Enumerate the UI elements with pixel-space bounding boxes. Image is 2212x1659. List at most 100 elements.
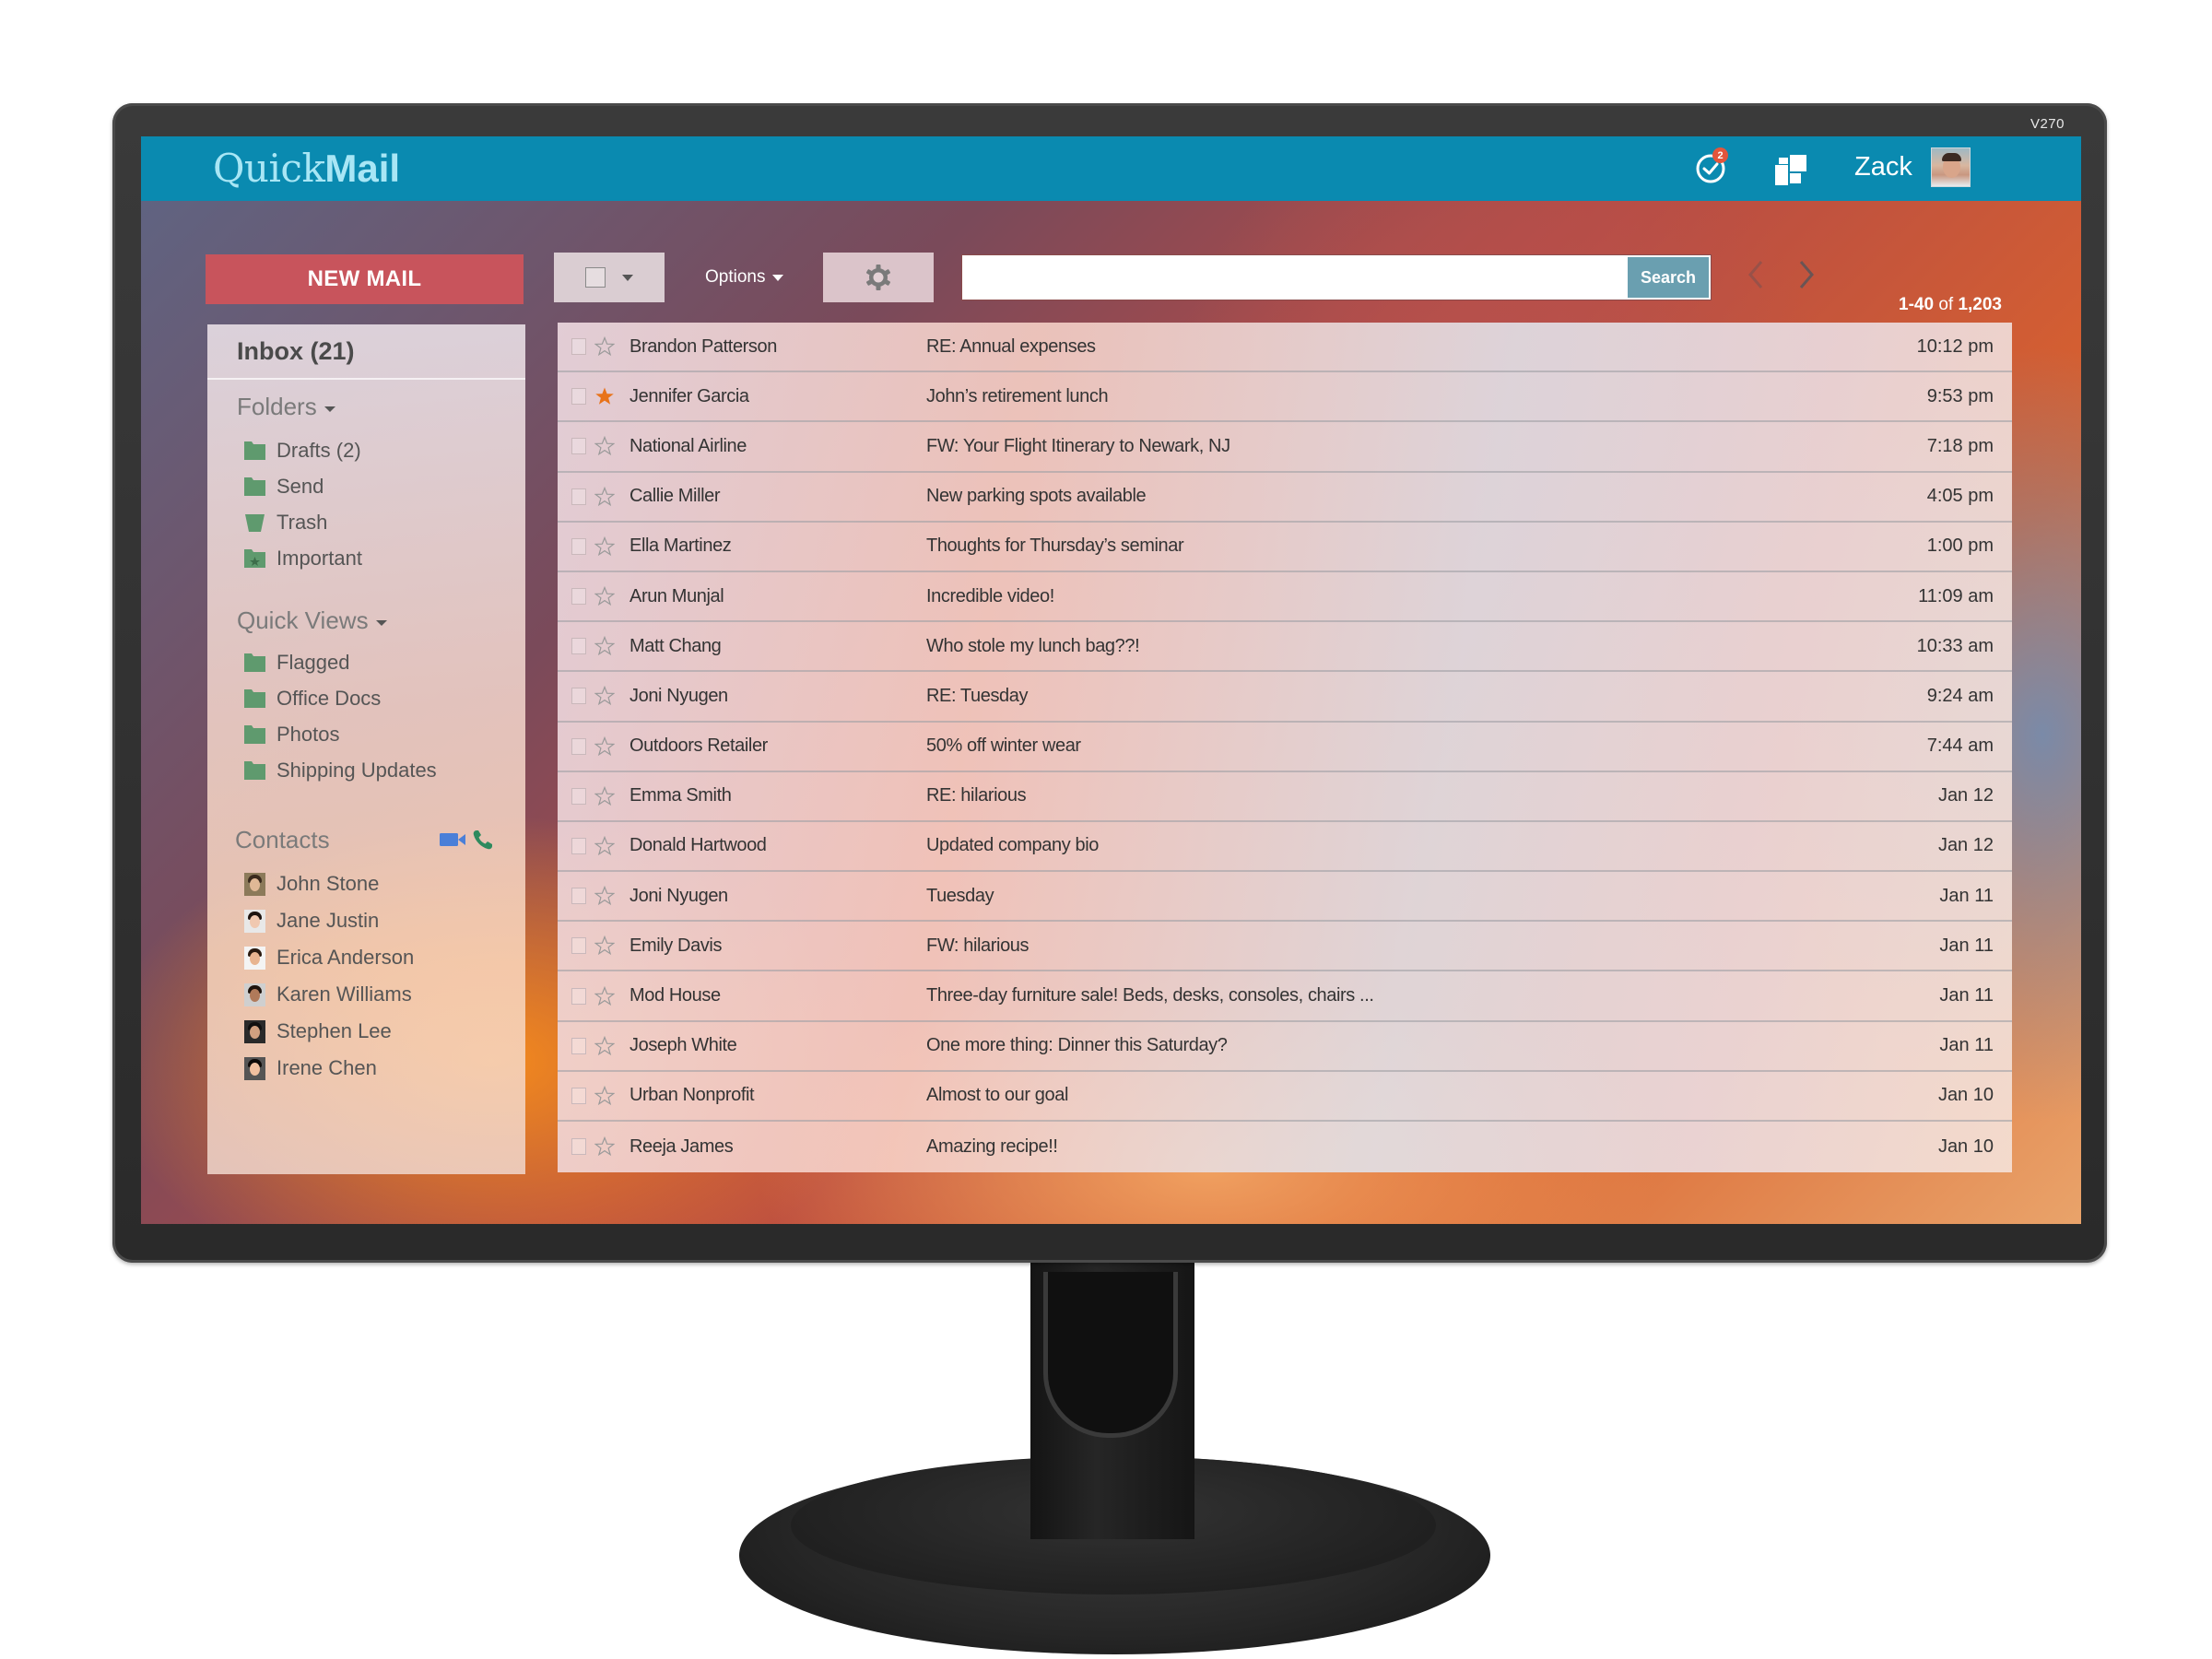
row-checkbox[interactable] — [571, 438, 586, 455]
email-row[interactable]: Ella Martinez Thoughts for Thursday’s sem… — [558, 523, 2012, 572]
folder-icon — [244, 441, 265, 460]
sidebar-item-drafts[interactable]: Drafts (2) — [244, 435, 361, 466]
star-outline-icon[interactable] — [594, 735, 615, 757]
email-subject: Three-day furniture sale! Beds, desks, c… — [926, 985, 1374, 1006]
row-checkbox[interactable] — [571, 837, 586, 854]
contact-item[interactable]: Erica Anderson — [244, 944, 414, 971]
star-filled-icon[interactable] — [594, 386, 615, 406]
star-outline-icon[interactable] — [594, 436, 615, 456]
chevron-right-icon[interactable] — [1795, 258, 1818, 291]
sidebar-item-inbox[interactable]: Inbox (21) — [237, 337, 355, 366]
phone-icon[interactable] — [471, 828, 495, 852]
email-row[interactable]: National Airline FW: Your Flight Itinerar… — [558, 422, 2012, 473]
chevron-left-icon[interactable] — [1745, 258, 1767, 291]
email-subject: FW: hilarious — [926, 935, 1030, 956]
settings-button[interactable] — [823, 253, 934, 302]
star-outline-icon[interactable] — [594, 886, 615, 906]
row-checkbox[interactable] — [571, 737, 586, 755]
row-checkbox[interactable] — [571, 888, 586, 905]
email-row[interactable]: Arun Munjal Incredible video! 11:09 am — [558, 572, 2012, 623]
new-mail-button[interactable]: NEW MAIL — [206, 254, 524, 304]
sidebar-item-send[interactable]: Send — [244, 471, 324, 502]
row-checkbox[interactable] — [571, 987, 586, 1005]
email-row[interactable]: Emily Davis FW: hilarious Jan 11 — [558, 922, 2012, 972]
star-outline-icon[interactable] — [594, 535, 615, 557]
email-sender: Emma Smith — [629, 785, 732, 806]
star-outline-icon[interactable] — [594, 586, 615, 606]
tiles-icon[interactable] — [1775, 153, 1808, 186]
email-row[interactable]: Joseph White One more thing: Dinner this … — [558, 1022, 2012, 1072]
select-all-dropdown[interactable] — [554, 253, 665, 302]
sidebar-item-important[interactable]: Important — [244, 543, 362, 574]
row-checkbox[interactable] — [571, 787, 586, 805]
app-logo[interactable]: QuickMail — [213, 147, 400, 190]
email-sender: Reeja James — [629, 1135, 734, 1157]
folder-star-icon — [244, 549, 265, 568]
sidebar-item-photos[interactable]: Photos — [244, 719, 340, 750]
email-sender: Donald Hartwood — [629, 835, 767, 856]
star-outline-icon[interactable] — [594, 1035, 615, 1056]
email-row[interactable]: Emma Smith RE: hilarious Jan 12 — [558, 772, 2012, 822]
row-checkbox[interactable] — [571, 1087, 586, 1104]
row-checkbox[interactable] — [571, 937, 586, 955]
email-row[interactable]: Jennifer Garcia John’s retirement lunch 9:… — [558, 372, 2012, 423]
folder-icon — [244, 725, 265, 744]
contact-item[interactable]: Irene Chen — [244, 1054, 377, 1082]
email-row[interactable]: Outdoors Retailer 50% off winter wear 7:44… — [558, 723, 2012, 772]
email-row[interactable]: Matt Chang Who stole my lunch bag??! 10:33… — [558, 622, 2012, 673]
video-call-icon[interactable] — [440, 831, 467, 848]
email-sender: Matt Chang — [629, 635, 722, 656]
star-outline-icon[interactable] — [594, 336, 615, 357]
row-checkbox[interactable] — [571, 1037, 586, 1054]
sidebar-item-shipping-updates[interactable]: Shipping Updates — [244, 755, 437, 786]
star-outline-icon[interactable] — [594, 686, 615, 706]
star-outline-icon[interactable] — [594, 1085, 615, 1106]
screen: QuickMail 2 Zack NEW MAIL Options Search… — [141, 136, 2081, 1224]
quick-views-section-toggle[interactable]: Quick Views — [237, 606, 387, 635]
row-checkbox[interactable] — [571, 388, 586, 406]
row-checkbox[interactable] — [571, 688, 586, 705]
select-all-checkbox[interactable] — [585, 267, 606, 288]
email-row[interactable]: Reeja James Amazing recipe!! Jan 10 — [558, 1122, 2012, 1171]
contact-item[interactable]: Jane Justin — [244, 907, 379, 935]
row-checkbox[interactable] — [571, 638, 586, 655]
contact-item[interactable]: Karen Williams — [244, 981, 412, 1008]
email-time: Jan 10 — [1937, 1135, 1994, 1157]
email-row[interactable]: Urban Nonprofit Almost to our goal Jan 10 — [558, 1072, 2012, 1122]
pagination-of: of — [1938, 295, 1954, 314]
logo-text-mail: Mail — [324, 147, 401, 190]
star-outline-icon[interactable] — [594, 985, 615, 1006]
star-outline-icon[interactable] — [594, 1136, 615, 1157]
notification-badge: 2 — [1712, 147, 1728, 163]
email-row[interactable]: Joni Nyugen Tuesday Jan 11 — [558, 872, 2012, 923]
star-outline-icon[interactable] — [594, 636, 615, 656]
email-row[interactable]: Mod House Three-day furniture sale! Beds,… — [558, 971, 2012, 1022]
email-row[interactable]: Callie Miller New parking spots available… — [558, 473, 2012, 523]
contact-item[interactable]: Stephen Lee — [244, 1018, 392, 1045]
row-checkbox[interactable] — [571, 338, 586, 356]
user-name[interactable]: Zack — [1854, 150, 1912, 183]
sidebar-item-trash[interactable]: Trash — [244, 507, 327, 538]
sidebar-item-office-docs[interactable]: Office Docs — [244, 683, 381, 714]
row-checkbox[interactable] — [571, 588, 586, 606]
search-button[interactable]: Search — [1628, 257, 1709, 298]
email-row[interactable]: Brandon Patterson RE: Annual expenses 10:1… — [558, 323, 2012, 373]
star-outline-icon[interactable] — [594, 935, 615, 956]
search-input[interactable] — [962, 255, 1626, 300]
folder-icon — [244, 761, 265, 780]
row-checkbox[interactable] — [571, 537, 586, 555]
row-checkbox[interactable] — [571, 488, 586, 505]
sidebar-item-flagged[interactable]: Flagged — [244, 647, 350, 678]
email-row[interactable]: Donald Hartwood Updated company bio Jan 12 — [558, 822, 2012, 873]
email-row[interactable]: Joni Nyugen RE: Tuesday 9:24 am — [558, 672, 2012, 723]
chevron-down-icon — [375, 619, 387, 626]
email-time: Jan 11 — [1939, 1035, 1994, 1056]
star-outline-icon[interactable] — [594, 785, 615, 806]
contact-item[interactable]: John Stone — [244, 870, 379, 898]
star-outline-icon[interactable] — [594, 486, 615, 507]
row-checkbox[interactable] — [571, 1138, 586, 1156]
user-avatar[interactable] — [1931, 147, 1971, 187]
star-outline-icon[interactable] — [594, 835, 615, 856]
folders-section-toggle[interactable]: Folders — [237, 393, 335, 421]
options-dropdown[interactable]: Options — [705, 264, 784, 291]
